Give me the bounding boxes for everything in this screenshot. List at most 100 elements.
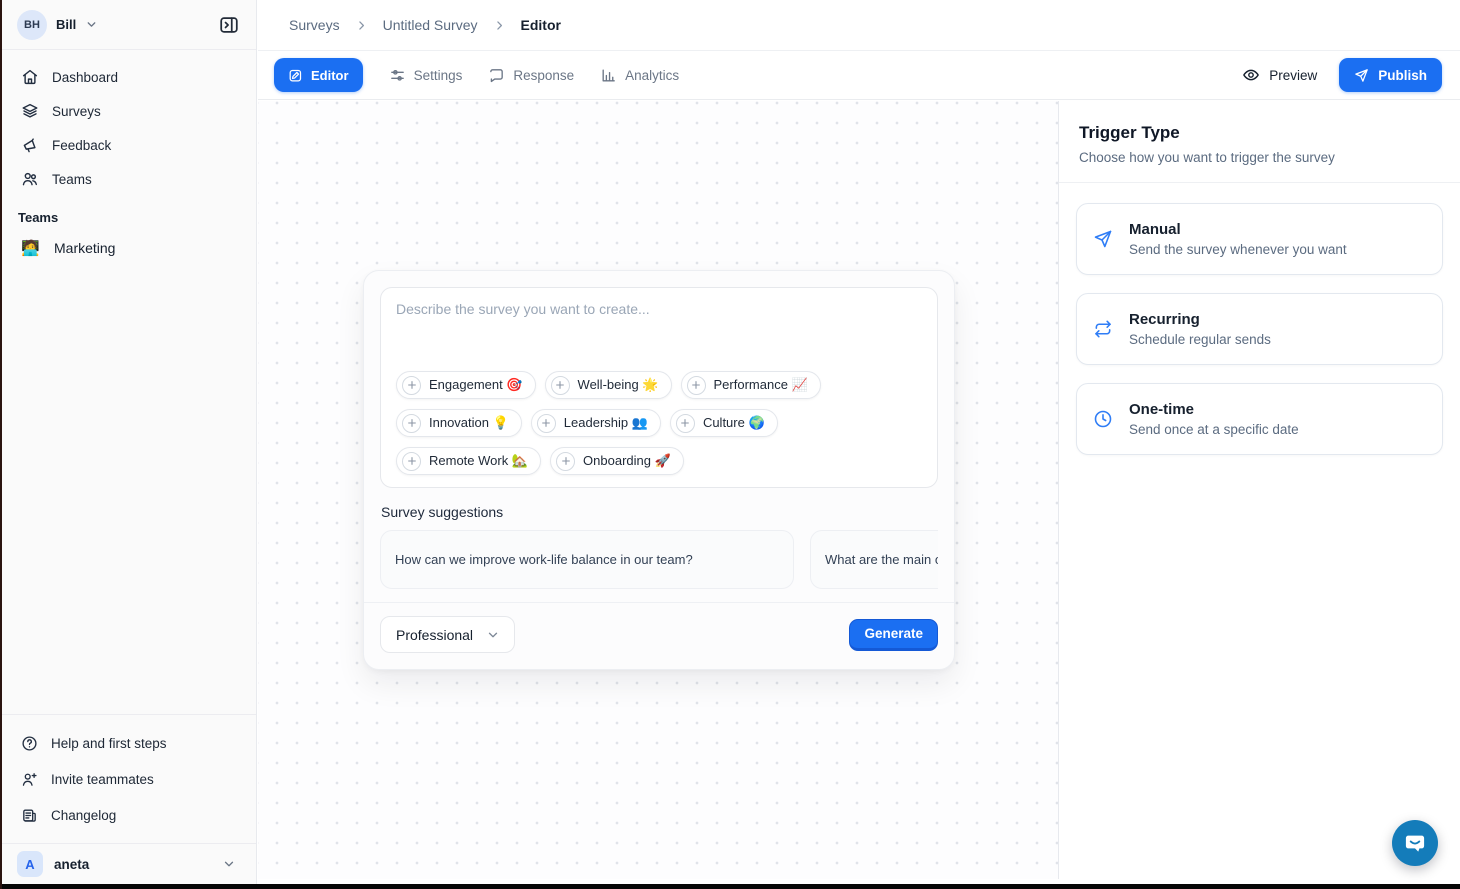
tab-response[interactable]: Response bbox=[488, 67, 574, 84]
send-icon bbox=[1093, 229, 1113, 249]
suggestion-card[interactable]: How can we improve work-life balance in … bbox=[380, 530, 794, 589]
plus-icon bbox=[551, 376, 570, 395]
layers-icon bbox=[21, 102, 39, 120]
sidebar-item-teams[interactable]: Teams bbox=[12, 162, 244, 196]
generate-button[interactable]: Generate bbox=[849, 619, 938, 651]
chip-label: Remote Work 🏡 bbox=[429, 453, 528, 469]
sidebar-item-help[interactable]: Help and first steps bbox=[12, 725, 244, 761]
repeat-icon bbox=[1093, 319, 1113, 339]
sidebar-item-label: Help and first steps bbox=[51, 736, 167, 751]
bar-chart-icon bbox=[600, 67, 617, 84]
trigger-description: Schedule regular sends bbox=[1129, 332, 1271, 347]
trigger-option-recurring[interactable]: Recurring Schedule regular sends bbox=[1076, 293, 1443, 365]
sidebar-item-feedback[interactable]: Feedback bbox=[12, 128, 244, 162]
chevron-down-icon bbox=[486, 628, 500, 642]
plus-icon bbox=[537, 414, 556, 433]
preview-button[interactable]: Preview bbox=[1242, 66, 1317, 84]
tab-label: Response bbox=[513, 68, 574, 83]
pencil-square-icon bbox=[288, 68, 303, 83]
plus-icon bbox=[687, 376, 706, 395]
user-menu[interactable]: A aneta bbox=[0, 843, 256, 884]
topic-chip-wellbeing[interactable]: Well-being 🌟 bbox=[545, 371, 672, 399]
avatar: A bbox=[17, 851, 43, 877]
sidebar-item-changelog[interactable]: Changelog bbox=[12, 797, 244, 833]
send-icon bbox=[1354, 68, 1369, 83]
sidebar-footer-nav: Help and first steps Invite teammates Ch… bbox=[0, 714, 256, 843]
chip-label: Innovation 💡 bbox=[429, 415, 509, 431]
chip-label: Culture 🌍 bbox=[703, 415, 765, 431]
content: Surveys Untitled Survey Editor Editor Se… bbox=[258, 0, 1460, 884]
topic-chip-engagement[interactable]: Engagement 🎯 bbox=[396, 371, 536, 399]
user-plus-icon bbox=[21, 771, 38, 788]
breadcrumb-untitled-survey[interactable]: Untitled Survey bbox=[383, 17, 478, 33]
teams-section-label: Teams bbox=[0, 196, 256, 227]
megaphone-icon bbox=[21, 136, 39, 154]
composer-footer: Professional Generate bbox=[364, 602, 954, 653]
editor-canvas[interactable]: Engagement 🎯 Well-being 🌟 Performance 📈 bbox=[258, 101, 1058, 879]
breadcrumb: Surveys Untitled Survey Editor bbox=[258, 0, 1460, 51]
collapse-sidebar-button[interactable] bbox=[214, 10, 244, 40]
sidebar-item-label: Feedback bbox=[52, 138, 111, 153]
chip-label: Performance 📈 bbox=[714, 377, 808, 393]
sidebar-item-dashboard[interactable]: Dashboard bbox=[12, 60, 244, 94]
topic-chips: Engagement 🎯 Well-being 🌟 Performance 📈 bbox=[396, 371, 922, 475]
tab-settings[interactable]: Settings bbox=[389, 67, 463, 84]
topic-chip-remote-work[interactable]: Remote Work 🏡 bbox=[396, 447, 541, 475]
sidebar-item-invite[interactable]: Invite teammates bbox=[12, 761, 244, 797]
sidebar-item-marketing[interactable]: 🧑‍💻 Marketing bbox=[12, 229, 244, 267]
suggestion-card[interactable]: What are the main ob bbox=[810, 530, 938, 589]
sidebar-item-label: Surveys bbox=[52, 104, 101, 119]
help-circle-icon bbox=[21, 735, 38, 752]
workarea: Engagement 🎯 Well-being 🌟 Performance 📈 bbox=[258, 101, 1460, 879]
workspace-switcher: BH Bill bbox=[0, 0, 256, 50]
trigger-type-panel: Trigger Type Choose how you want to trig… bbox=[1058, 101, 1460, 879]
survey-composer-card: Engagement 🎯 Well-being 🌟 Performance 📈 bbox=[363, 270, 955, 670]
trigger-option-manual[interactable]: Manual Send the survey whenever you want bbox=[1076, 203, 1443, 275]
changelog-icon bbox=[21, 807, 38, 824]
chip-label: Well-being 🌟 bbox=[578, 377, 659, 393]
toolbar: Editor Settings Response Analytics bbox=[258, 51, 1460, 100]
home-icon bbox=[21, 68, 39, 86]
panel-title: Trigger Type bbox=[1079, 123, 1440, 143]
chevron-down-icon bbox=[222, 857, 236, 871]
tone-select[interactable]: Professional bbox=[380, 616, 515, 653]
eye-icon bbox=[1242, 66, 1260, 84]
chat-bubble-icon bbox=[1402, 830, 1428, 856]
workspace-name[interactable]: Bill bbox=[56, 17, 76, 32]
breadcrumb-surveys[interactable]: Surveys bbox=[289, 17, 340, 33]
tab-editor[interactable]: Editor bbox=[274, 58, 363, 92]
preview-label: Preview bbox=[1269, 68, 1317, 83]
workspace-avatar[interactable]: BH bbox=[17, 10, 47, 40]
trigger-option-one-time[interactable]: One-time Send once at a specific date bbox=[1076, 383, 1443, 455]
tab-label: Editor bbox=[311, 68, 349, 83]
trigger-title: One-time bbox=[1129, 401, 1299, 418]
chat-launcher-button[interactable] bbox=[1392, 820, 1438, 866]
plus-icon bbox=[402, 376, 421, 395]
tab-analytics[interactable]: Analytics bbox=[600, 67, 679, 84]
trigger-title: Manual bbox=[1129, 221, 1347, 238]
plus-icon bbox=[676, 414, 695, 433]
chevron-down-icon bbox=[85, 18, 98, 31]
tab-label: Settings bbox=[414, 68, 463, 83]
publish-button[interactable]: Publish bbox=[1339, 58, 1442, 92]
trigger-panel-header: Trigger Type Choose how you want to trig… bbox=[1059, 101, 1460, 183]
topic-chip-leadership[interactable]: Leadership 👥 bbox=[531, 409, 661, 437]
chip-label: Leadership 👥 bbox=[564, 415, 648, 431]
publish-label: Publish bbox=[1378, 68, 1427, 83]
chip-label: Engagement 🎯 bbox=[429, 377, 523, 393]
sidebar-item-label: Dashboard bbox=[52, 70, 118, 85]
trigger-title: Recurring bbox=[1129, 311, 1271, 328]
topic-chip-performance[interactable]: Performance 📈 bbox=[681, 371, 821, 399]
plus-icon bbox=[402, 452, 421, 471]
tab-label: Analytics bbox=[625, 68, 679, 83]
topic-chip-culture[interactable]: Culture 🌍 bbox=[670, 409, 778, 437]
prompt-box: Engagement 🎯 Well-being 🌟 Performance 📈 bbox=[380, 287, 938, 488]
trigger-description: Send the survey whenever you want bbox=[1129, 242, 1347, 257]
clock-icon bbox=[1093, 409, 1113, 429]
topic-chip-innovation[interactable]: Innovation 💡 bbox=[396, 409, 522, 437]
team-emoji: 🧑‍💻 bbox=[21, 239, 39, 257]
survey-description-input[interactable] bbox=[396, 301, 922, 371]
sidebar-item-surveys[interactable]: Surveys bbox=[12, 94, 244, 128]
topic-chip-onboarding[interactable]: Onboarding 🚀 bbox=[550, 447, 684, 475]
sidebar: BH Bill Dashboard Surveys bbox=[0, 0, 257, 884]
